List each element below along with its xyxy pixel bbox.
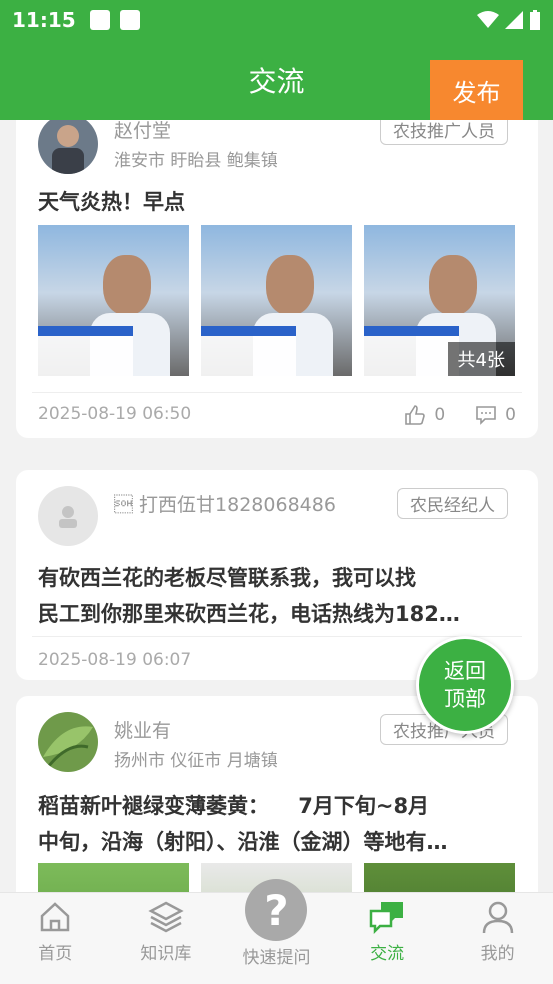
post-image[interactable] xyxy=(201,225,352,376)
author-name[interactable]: 姚业有 xyxy=(114,716,171,743)
home-icon xyxy=(41,902,70,932)
back-to-top-button[interactable]: 返回 顶部 xyxy=(416,636,514,734)
post-time: 2025-08-19 06:50 xyxy=(38,404,192,424)
avatar[interactable] xyxy=(38,712,98,772)
app-notification-icon xyxy=(119,10,140,30)
author-name[interactable]:  打西伍甘1828068486 xyxy=(114,490,336,517)
author-location: 扬州市 仪征市 月塘镇 xyxy=(114,751,278,771)
status-time: 11:15 xyxy=(12,8,76,32)
tab-label: 首页 xyxy=(38,944,73,964)
post-text[interactable]: 天气炎热！早点 xyxy=(38,184,516,220)
photo-person xyxy=(429,255,477,315)
battery-icon xyxy=(530,10,540,30)
role-badge: 农技推广人员 xyxy=(380,120,508,145)
like-count: 0 xyxy=(434,405,446,425)
post-text-line: 有砍西兰花的老板尽管联系我，我可以找 xyxy=(38,566,416,590)
tab-label: 知识库 xyxy=(140,944,192,964)
tab-exchange[interactable]: 交流 xyxy=(332,893,443,984)
post-card[interactable]: 赵付堂 淮安市 盱眙县 鲍集镇 农技推广人员 天气炎热！早点 共4张 2025-… xyxy=(16,120,538,438)
status-bar: 11:15 xyxy=(0,0,553,40)
comment-count: 0 xyxy=(505,405,516,425)
avatar[interactable] xyxy=(38,486,98,546)
author-name[interactable]: 赵付堂 xyxy=(114,120,171,143)
tab-label: 快速提问 xyxy=(242,948,311,968)
post-image[interactable] xyxy=(38,225,189,376)
author-location: 淮安市 盱眙县 鲍集镇 xyxy=(114,151,278,171)
tab-home[interactable]: 首页 xyxy=(0,893,111,984)
tab-mine[interactable]: 我的 xyxy=(442,893,553,984)
role-badge: 农民经纪人 xyxy=(397,488,508,519)
photo-sign xyxy=(201,326,296,376)
post-text-line: 民工到你那里来砍西兰花，电话热线为182… xyxy=(38,602,460,626)
tab-label: 我的 xyxy=(480,944,515,964)
tab-quick-question[interactable]: ? 快速提问 xyxy=(221,879,332,984)
photo-sign xyxy=(38,326,133,376)
like-button[interactable]: 0 xyxy=(404,404,445,426)
wifi-icon xyxy=(477,11,499,28)
publish-button[interactable]: 发布 xyxy=(430,60,523,120)
post-images: 共4张 xyxy=(38,225,515,376)
layers-icon xyxy=(148,901,184,933)
divider xyxy=(32,636,522,637)
post-image[interactable] xyxy=(364,863,515,892)
chat-icon xyxy=(369,902,404,935)
post-time: 2025-08-19 06:07 xyxy=(38,650,192,670)
bottom-tab-bar: 首页 知识库 ? 快速提问 交流 我的 xyxy=(0,879,553,984)
post-text[interactable]: 稻苗新叶褪绿变薄萎黄： 7月下旬~8月 中旬，沿海（射阳）、沿淮（金湖）等地有… xyxy=(38,788,516,860)
comment-icon xyxy=(476,406,496,425)
signal-icon xyxy=(505,11,523,29)
default-avatar-icon xyxy=(59,506,77,528)
back-to-top-label: 顶部 xyxy=(444,687,486,711)
app-bar: 交流 发布 xyxy=(0,40,553,120)
person-icon xyxy=(482,901,513,934)
post-text-line: 中旬，沿海（射阳）、沿淮（金湖）等地有… xyxy=(38,830,448,854)
photo-person xyxy=(103,255,151,315)
divider xyxy=(32,392,522,393)
post-text-line: 稻苗新叶褪绿变薄萎黄： 7月下旬~8月 xyxy=(38,794,430,818)
post-stats: 0 0 xyxy=(404,404,516,426)
tab-knowledge[interactable]: 知识库 xyxy=(111,893,222,984)
avatar[interactable] xyxy=(38,120,98,174)
post-image[interactable] xyxy=(38,863,189,892)
notification-icon xyxy=(89,10,110,30)
post-image[interactable]: 共4张 xyxy=(364,225,515,376)
comment-button[interactable]: 0 xyxy=(475,404,516,426)
back-to-top-label: 返回 xyxy=(444,659,486,683)
thumbs-up-icon xyxy=(405,405,426,425)
post-feed[interactable]: 赵付堂 淮安市 盱眙县 鲍集镇 农技推广人员 天气炎热！早点 共4张 2025-… xyxy=(0,120,553,892)
image-count-badge: 共4张 xyxy=(447,342,515,376)
photo-sign xyxy=(364,326,459,376)
photo-person xyxy=(266,255,314,315)
question-icon: ? xyxy=(245,879,308,941)
tab-label: 交流 xyxy=(370,944,405,964)
post-text[interactable]: 有砍西兰花的老板尽管联系我，我可以找 民工到你那里来砍西兰花，电话热线为182… xyxy=(38,560,516,632)
